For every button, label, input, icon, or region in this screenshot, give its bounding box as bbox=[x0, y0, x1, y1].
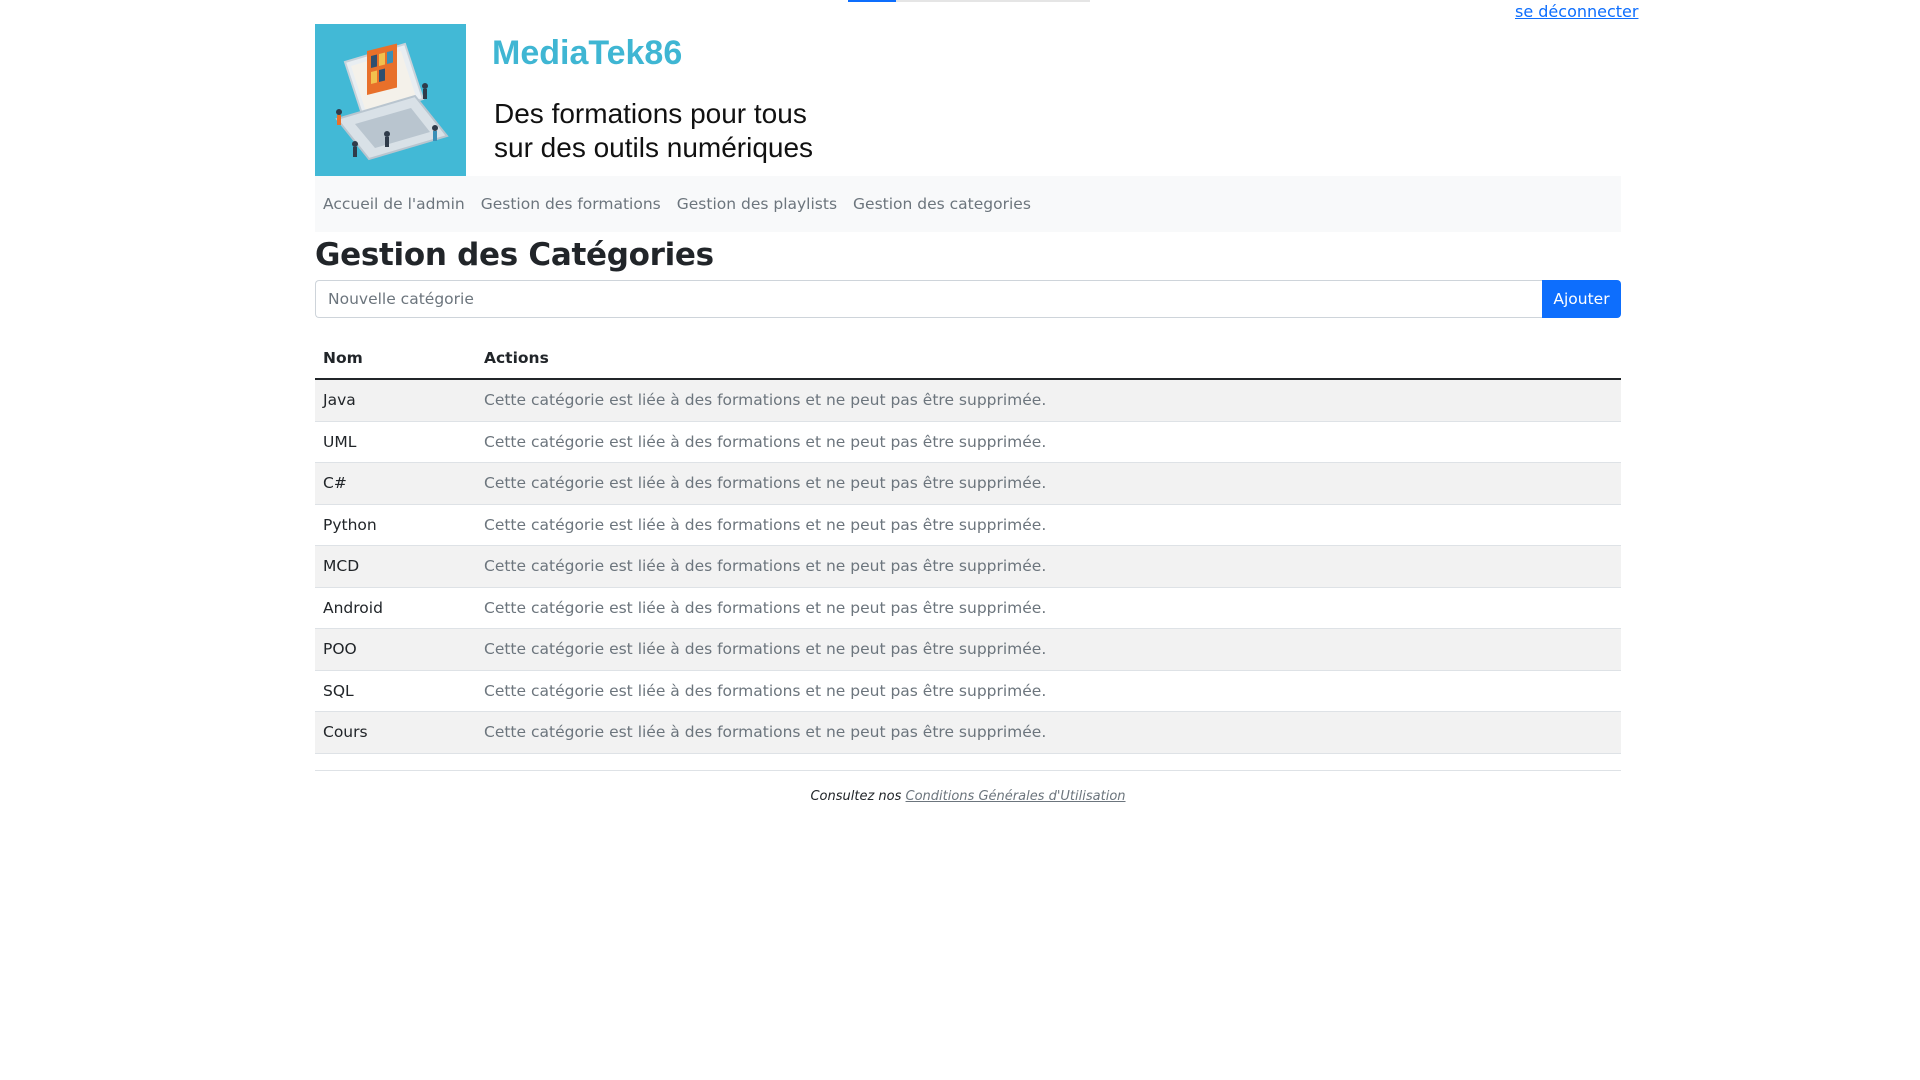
nav-item-categories[interactable]: Gestion des categories bbox=[853, 195, 1031, 213]
category-action-note: Cette catégorie est liée à des formation… bbox=[476, 670, 1621, 712]
category-name: POO bbox=[315, 628, 476, 671]
top-progress-bar bbox=[848, 0, 1090, 2]
table-row: Android Cette catégorie est liée à des f… bbox=[315, 587, 1621, 629]
admin-navbar: Accueil de l'admin Gestion des formation… bbox=[315, 176, 1621, 232]
top-progress-fill bbox=[848, 0, 897, 2]
category-action-note: Cette catégorie est liée à des formation… bbox=[476, 421, 1621, 463]
page-container: MediaTek86 Des formations pour tous sur … bbox=[315, 24, 1621, 804]
table-row: Java Cette catégorie est liée à des form… bbox=[315, 379, 1621, 422]
nav-item-admin-home[interactable]: Accueil de l'admin bbox=[323, 195, 465, 213]
table-row: Cours Cette catégorie est liée à des for… bbox=[315, 711, 1621, 754]
footer-divider bbox=[315, 769, 1621, 771]
table-row: POO Cette catégorie est liée à des forma… bbox=[315, 628, 1621, 671]
table-row: UML Cette catégorie est liée à des forma… bbox=[315, 421, 1621, 463]
brand-title: MediaTek86 bbox=[492, 34, 683, 72]
tagline-line-1: Des formations pour tous bbox=[494, 98, 807, 129]
column-header-actions: Actions bbox=[476, 338, 1621, 380]
category-name: UML bbox=[315, 421, 476, 463]
new-category-input[interactable] bbox=[315, 280, 1542, 318]
table-header-row: Nom Actions bbox=[315, 338, 1621, 380]
category-action-note: Cette catégorie est liée à des formation… bbox=[476, 379, 1621, 422]
table-row: MCD Cette catégorie est liée à des forma… bbox=[315, 545, 1621, 588]
nav-item-formations[interactable]: Gestion des formations bbox=[481, 195, 661, 213]
tagline: Des formations pour tous sur des outils … bbox=[494, 97, 813, 165]
table-row: Python Cette catégorie est liée à des fo… bbox=[315, 504, 1621, 546]
category-action-note: Cette catégorie est liée à des formation… bbox=[476, 711, 1621, 754]
add-button[interactable]: Ajouter bbox=[1542, 280, 1621, 318]
logo-image bbox=[315, 24, 466, 176]
page-title: Gestion des Catégories bbox=[315, 237, 714, 273]
logout-link[interactable]: se déconnecter bbox=[1515, 2, 1638, 21]
category-action-note: Cette catégorie est liée à des formation… bbox=[476, 587, 1621, 629]
category-name: MCD bbox=[315, 545, 476, 588]
category-name: Android bbox=[315, 587, 476, 629]
category-action-note: Cette catégorie est liée à des formation… bbox=[476, 628, 1621, 671]
tagline-line-2: sur des outils numériques bbox=[494, 132, 814, 163]
column-header-nom: Nom bbox=[315, 338, 476, 380]
cgu-link[interactable]: Conditions Générales d'Utilisation bbox=[906, 789, 1126, 804]
footer-prefix: Consultez nos bbox=[810, 788, 906, 804]
categories-table: Nom Actions Java Cette catégorie est lié… bbox=[315, 338, 1621, 754]
table-row: C# Cette catégorie est liée à des format… bbox=[315, 462, 1621, 505]
category-name: C# bbox=[315, 462, 476, 505]
category-name: Cours bbox=[315, 711, 476, 754]
footer: Consultez nos Conditions Générales d'Uti… bbox=[315, 789, 1621, 804]
table-row: SQL Cette catégorie est liée à des forma… bbox=[315, 670, 1621, 712]
category-action-note: Cette catégorie est liée à des formation… bbox=[476, 462, 1621, 505]
category-name: Python bbox=[315, 504, 476, 546]
category-name: SQL bbox=[315, 670, 476, 712]
nav-item-playlists[interactable]: Gestion des playlists bbox=[677, 195, 837, 213]
add-category-form: Ajouter bbox=[315, 280, 1621, 318]
category-name: Java bbox=[315, 379, 476, 422]
laptop-library-icon bbox=[315, 24, 466, 176]
site-header: MediaTek86 Des formations pour tous sur … bbox=[315, 24, 1621, 176]
category-action-note: Cette catégorie est liée à des formation… bbox=[476, 545, 1621, 588]
category-action-note: Cette catégorie est liée à des formation… bbox=[476, 504, 1621, 546]
